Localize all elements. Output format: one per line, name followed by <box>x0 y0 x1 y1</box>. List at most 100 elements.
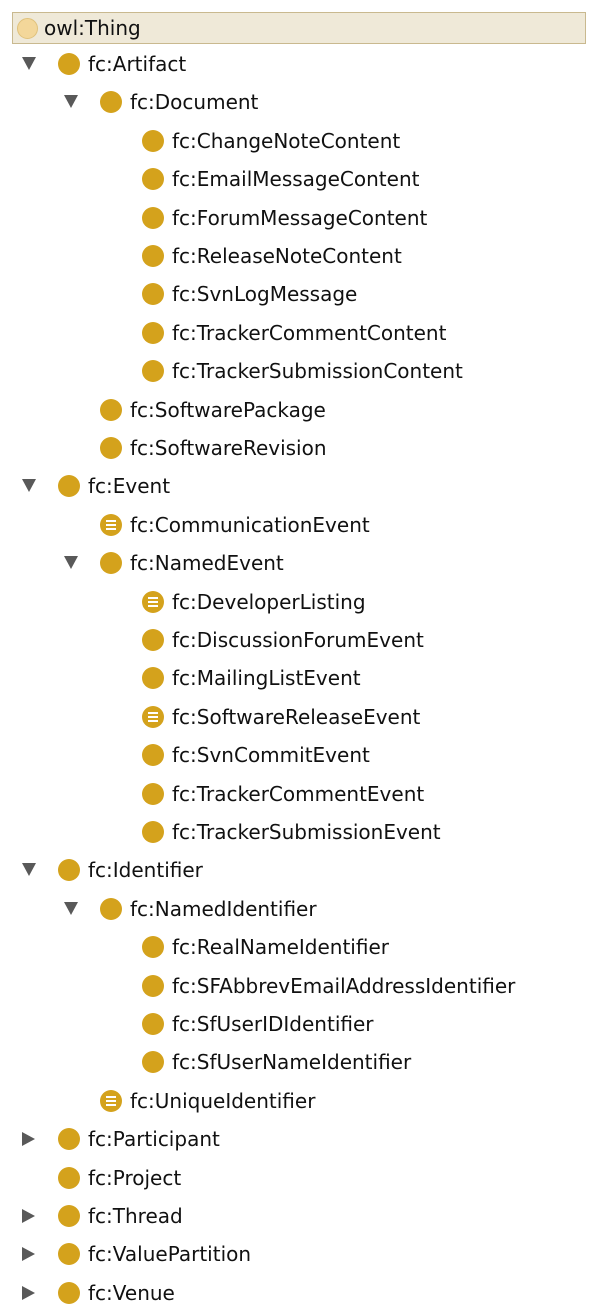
class-circle-icon <box>142 629 164 651</box>
tree-node-label: fc:ForumMessageContent <box>172 206 428 230</box>
collapsed-triangle-icon[interactable] <box>22 1286 35 1300</box>
tree-node-communication-event[interactable]: fc:CommunicationEvent <box>0 509 589 541</box>
tree-node-email-message-content[interactable]: fc:EmailMessageContent <box>0 163 589 195</box>
class-circle-icon <box>142 245 164 267</box>
tree-node-release-note-content[interactable]: fc:ReleaseNoteContent <box>0 240 589 272</box>
tree-node-label: fc:TrackerCommentEvent <box>172 782 425 806</box>
tree-node-named-event[interactable]: fc:NamedEvent <box>0 547 589 579</box>
defined-class-icon <box>100 514 122 536</box>
tree-node-label: fc:NamedIdentifier <box>130 897 317 921</box>
class-circle-icon <box>58 1128 80 1150</box>
tree-node-forum-message-content[interactable]: fc:ForumMessageContent <box>0 202 589 234</box>
tree-node-tracker-comment-event[interactable]: fc:TrackerCommentEvent <box>0 778 589 810</box>
tree-node-sfabbrev-email-address-identifier[interactable]: fc:SFAbbrevEmailAddressIdentifier <box>0 970 589 1002</box>
expanded-triangle-icon[interactable] <box>64 902 78 915</box>
class-circle-icon <box>100 399 122 421</box>
tree-node-label: fc:SoftwareReleaseEvent <box>172 705 421 729</box>
tree-node-label: fc:MailingListEvent <box>172 666 361 690</box>
class-circle-icon <box>142 936 164 958</box>
collapsed-triangle-icon[interactable] <box>22 1247 35 1261</box>
tree-node-discussion-forum-event[interactable]: fc:DiscussionForumEvent <box>0 624 589 656</box>
tree-node-value-partition[interactable]: fc:ValuePartition <box>0 1238 589 1270</box>
tree-node-thread[interactable]: fc:Thread <box>0 1200 589 1232</box>
tree-node-tracker-submission-content[interactable]: fc:TrackerSubmissionContent <box>0 355 589 387</box>
class-circle-icon <box>142 130 164 152</box>
collapsed-triangle-icon[interactable] <box>22 1132 35 1146</box>
tree-node-sf-user-ididentifier[interactable]: fc:SfUserIDIdentifier <box>0 1008 589 1040</box>
tree-node-label: fc:DiscussionForumEvent <box>172 628 424 652</box>
tree-node-artifact[interactable]: fc:Artifact <box>0 48 589 80</box>
tree-node-document[interactable]: fc:Document <box>0 86 589 118</box>
tree-node-identifier[interactable]: fc:Identifier <box>0 854 589 886</box>
expanded-triangle-icon[interactable] <box>22 863 36 876</box>
tree-node-label: fc:NamedEvent <box>130 551 284 575</box>
tree-node-developer-listing[interactable]: fc:DeveloperListing <box>0 586 589 618</box>
class-circle-icon <box>100 91 122 113</box>
tree-node-label: fc:SvnLogMessage <box>172 282 358 306</box>
class-circle-icon <box>142 283 164 305</box>
class-circle-icon <box>142 821 164 843</box>
tree-node-label: fc:SoftwareRevision <box>130 436 327 460</box>
class-circle-icon <box>142 360 164 382</box>
tree-node-label: fc:SfUserIDIdentifier <box>172 1012 374 1036</box>
tree-node-svn-commit-event[interactable]: fc:SvnCommitEvent <box>0 739 589 771</box>
tree-node-software-release-event[interactable]: fc:SoftwareReleaseEvent <box>0 701 589 733</box>
class-circle-icon <box>142 783 164 805</box>
tree-node-label: fc:ReleaseNoteContent <box>172 244 402 268</box>
tree-node-label: fc:CommunicationEvent <box>130 513 370 537</box>
tree-node-label: fc:SfUserNameIdentifier <box>172 1050 412 1074</box>
class-circle-icon <box>142 975 164 997</box>
expanded-triangle-icon[interactable] <box>22 57 36 70</box>
class-circle-icon <box>58 475 80 497</box>
class-circle-icon <box>142 744 164 766</box>
tree-node-label: fc:TrackerSubmissionContent <box>172 359 463 383</box>
class-circle-icon <box>142 322 164 344</box>
collapsed-triangle-icon[interactable] <box>22 1209 35 1223</box>
tree-node-label: fc:ValuePartition <box>88 1242 252 1266</box>
tree-node-project[interactable]: fc:Project <box>0 1162 589 1194</box>
tree-root-label: owl:Thing <box>44 16 141 40</box>
class-circle-icon <box>58 53 80 75</box>
tree-node-label: fc:SFAbbrevEmailAddressIdentifier <box>172 974 516 998</box>
class-circle-icon <box>100 898 122 920</box>
class-circle-icon <box>100 552 122 574</box>
tree-node-sf-user-name-identifier[interactable]: fc:SfUserNameIdentifier <box>0 1046 589 1078</box>
class-circle-icon <box>58 1167 80 1189</box>
class-circle-icon <box>142 168 164 190</box>
tree-node-label: fc:ChangeNoteContent <box>172 129 401 153</box>
tree-node-tracker-comment-content[interactable]: fc:TrackerCommentContent <box>0 317 589 349</box>
tree-node-label: fc:Thread <box>88 1204 183 1228</box>
class-circle-icon <box>58 859 80 881</box>
tree-node-change-note-content[interactable]: fc:ChangeNoteContent <box>0 125 589 157</box>
tree-root-owl-thing[interactable]: owl:Thing <box>12 12 586 44</box>
class-circle-icon <box>142 207 164 229</box>
tree-node-real-name-identifier[interactable]: fc:RealNameIdentifier <box>0 931 589 963</box>
tree-node-mailing-list-event[interactable]: fc:MailingListEvent <box>0 662 589 694</box>
tree-node-label: fc:TrackerSubmissionEvent <box>172 820 441 844</box>
class-circle-icon <box>58 1243 80 1265</box>
class-circle-icon <box>142 1013 164 1035</box>
class-circle-icon <box>142 1051 164 1073</box>
expanded-triangle-icon[interactable] <box>22 479 36 492</box>
tree-node-tracker-submission-event[interactable]: fc:TrackerSubmissionEvent <box>0 816 589 848</box>
tree-node-label: fc:SoftwarePackage <box>130 398 326 422</box>
tree-node-participant[interactable]: fc:Participant <box>0 1123 589 1155</box>
tree-node-venue[interactable]: fc:Venue <box>0 1277 589 1309</box>
tree-node-event[interactable]: fc:Event <box>0 470 589 502</box>
tree-node-label: fc:DeveloperListing <box>172 590 366 614</box>
tree-node-named-identifier[interactable]: fc:NamedIdentifier <box>0 893 589 925</box>
class-circle-icon <box>58 1205 80 1227</box>
tree-node-software-package[interactable]: fc:SoftwarePackage <box>0 394 589 426</box>
tree-node-label: fc:Participant <box>88 1127 220 1151</box>
tree-node-label: fc:EmailMessageContent <box>172 167 420 191</box>
expanded-triangle-icon[interactable] <box>64 95 78 108</box>
tree-node-label: fc:Event <box>88 474 171 498</box>
tree-node-svn-log-message[interactable]: fc:SvnLogMessage <box>0 278 589 310</box>
tree-node-label: fc:SvnCommitEvent <box>172 743 370 767</box>
class-circle-icon <box>17 18 38 39</box>
expanded-triangle-icon[interactable] <box>64 556 78 569</box>
tree-node-label: fc:Artifact <box>88 52 187 76</box>
tree-node-software-revision[interactable]: fc:SoftwareRevision <box>0 432 589 464</box>
class-circle-icon <box>142 667 164 689</box>
tree-node-unique-identifier[interactable]: fc:UniqueIdentifier <box>0 1085 589 1117</box>
